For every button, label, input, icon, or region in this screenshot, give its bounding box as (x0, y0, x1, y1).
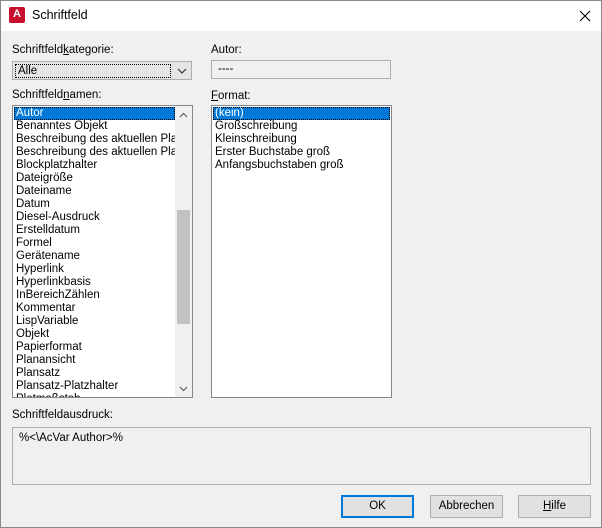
field-name-list-item[interactable]: Autor (14, 107, 175, 120)
window-title: Schriftfeld (32, 8, 88, 22)
field-name-list-item[interactable]: Papierformat (14, 341, 175, 354)
field-name-list-item[interactable]: Diesel-Ausdruck (14, 211, 175, 224)
format-list-item[interactable]: (kein) (213, 107, 390, 120)
format-label: Format: (211, 90, 251, 102)
autocad-app-icon: A (9, 7, 25, 23)
format-list[interactable]: (kein) Großschreibung Kleinschreibung Erste… (211, 105, 392, 398)
help-button[interactable]: Hilfe (518, 495, 591, 518)
author-value-field: ---- (211, 60, 391, 79)
field-name-list-item[interactable]: Plansatz (14, 367, 175, 380)
format-list-item[interactable]: Erster Buchstabe groß (213, 146, 390, 159)
field-names-list[interactable]: Autor Benanntes Objekt Beschreibung des ak… (12, 105, 193, 398)
format-list-item[interactable]: Anfangsbuchstaben groß (213, 159, 390, 172)
field-name-list-item[interactable]: Kommentar (14, 302, 175, 315)
schriftfeld-dialog: A Schriftfeld Schriftfeldkategorie: Alle… (0, 0, 602, 528)
cancel-button[interactable]: Abbrechen (430, 495, 503, 518)
format-list-item[interactable]: Großschreibung (213, 120, 390, 133)
field-name-list-item[interactable]: Dateigröße (14, 172, 175, 185)
category-label: Schriftfeldkategorie: (12, 44, 114, 56)
scrollbar-thumb[interactable] (177, 210, 190, 324)
field-name-list-item[interactable]: Hyperlinkbasis (14, 276, 175, 289)
close-icon (579, 10, 591, 22)
field-name-list-item[interactable]: Erstelldatum (14, 224, 175, 237)
scroll-up-icon[interactable] (175, 106, 192, 123)
scroll-down-icon[interactable] (175, 380, 192, 397)
field-name-list-item[interactable]: Beschreibung des aktuellen Plans (14, 133, 175, 146)
field-name-list-item[interactable]: Plansatz-Platzhalter (14, 380, 175, 393)
title-bar: A Schriftfeld (1, 1, 601, 31)
format-list-item[interactable]: Kleinschreibung (213, 133, 390, 146)
format-items: (kein) Großschreibung Kleinschreibung Erste… (213, 107, 390, 172)
field-name-list-item[interactable]: Beschreibung des aktuellen Plans (14, 146, 175, 159)
close-button[interactable] (569, 1, 601, 31)
field-name-list-item[interactable]: Planansicht (14, 354, 175, 367)
field-name-list-item[interactable]: Benanntes Objekt (14, 120, 175, 133)
field-name-list-item[interactable]: Dateiname (14, 185, 175, 198)
chevron-down-icon[interactable] (173, 62, 191, 79)
field-name-list-item[interactable]: Datum (14, 198, 175, 211)
expression-field: %<\AcVar Author>% (12, 427, 591, 485)
expression-label: Schriftfeldausdruck: (12, 409, 113, 421)
field-names-label: Schriftfeldnamen: (12, 89, 102, 101)
category-dropdown[interactable]: Alle (12, 61, 192, 80)
field-name-list-item[interactable]: Blockplatzhalter (14, 159, 175, 172)
field-names-scrollbar[interactable] (175, 106, 192, 397)
field-name-list-item[interactable]: Plotmaßstab (14, 393, 175, 397)
author-label: Autor: (211, 44, 242, 56)
field-name-list-item[interactable]: Objekt (14, 328, 175, 341)
field-names-items: Autor Benanntes Objekt Beschreibung des ak… (14, 107, 175, 397)
field-name-list-item[interactable]: Hyperlink (14, 263, 175, 276)
field-name-list-item[interactable]: Formel (14, 237, 175, 250)
field-name-list-item[interactable]: InBereichZählen (14, 289, 175, 302)
field-name-list-item[interactable]: Gerätename (14, 250, 175, 263)
category-selected-value: Alle (15, 64, 171, 78)
field-name-list-item[interactable]: LispVariable (14, 315, 175, 328)
ok-button[interactable]: OK (341, 495, 414, 518)
